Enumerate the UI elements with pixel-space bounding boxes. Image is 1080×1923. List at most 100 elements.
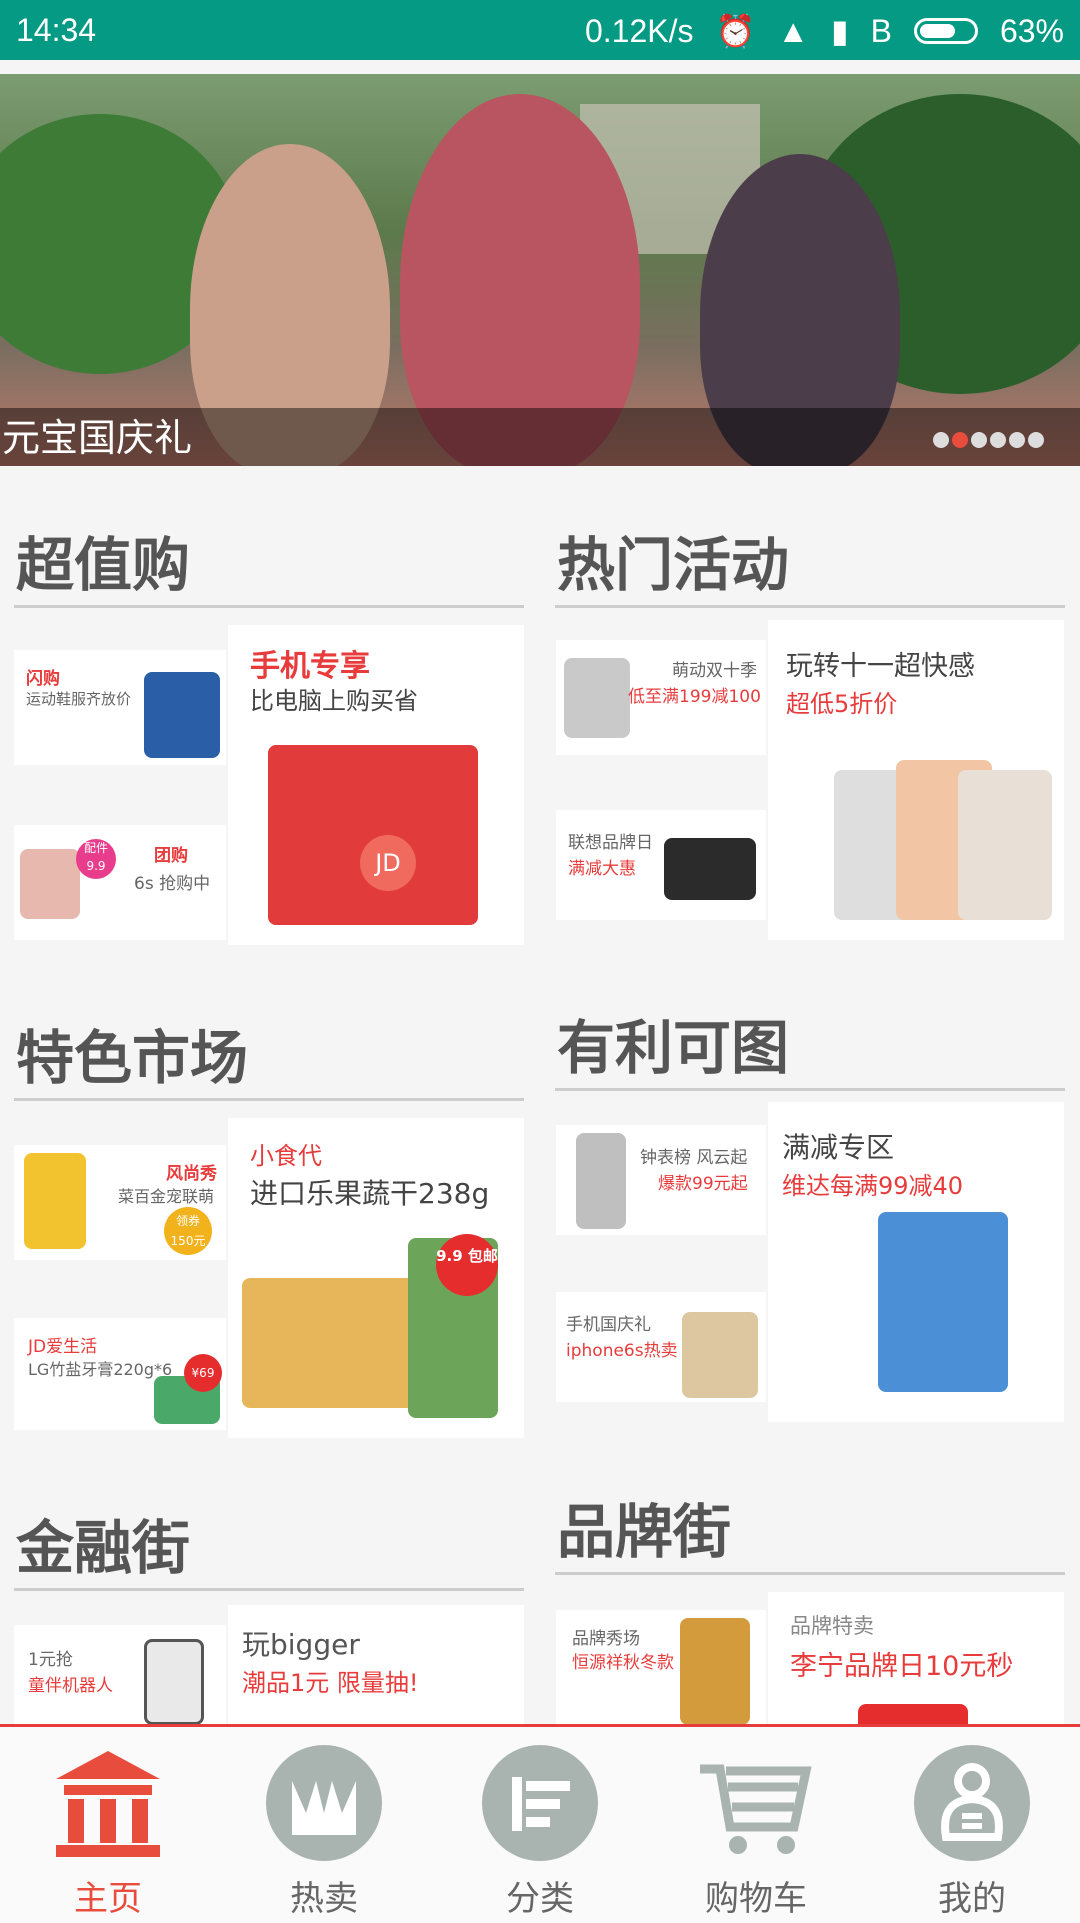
flash-sale-card[interactable]: 闪购 运动鞋服齐放价: [14, 650, 226, 765]
brand-show-line1: 品牌秀场: [572, 1629, 640, 1649]
tab-label: 我的: [938, 1879, 1006, 1919]
section-chaozhigou: 超值购: [14, 525, 524, 608]
tab-cart[interactable]: 购物车: [648, 1727, 864, 1923]
tab-label: 购物车: [705, 1879, 807, 1919]
phone-image: [20, 849, 80, 919]
ring-promo-line2: 低至满199减100: [628, 687, 761, 707]
watch-card-line1: 钟表榜 风云起: [640, 1148, 748, 1168]
brand-sale-sub: 李宁品牌日10元秒: [790, 1651, 1014, 1682]
section-title: 特色市场: [14, 1018, 524, 1101]
profile-icon: [914, 1745, 1030, 1861]
lenovo-promo-line2: 满减大惠: [568, 859, 636, 879]
status-time: 14:34: [16, 12, 97, 48]
group-buy-tag: 团购: [154, 846, 188, 866]
tissue-image: [878, 1212, 1008, 1392]
bigger-card-title: 玩bigger: [242, 1628, 360, 1661]
hot-icon: [266, 1745, 382, 1861]
robot-card-line1: 1元抢: [28, 1650, 73, 1670]
phone-gift-line1: 手机国庆礼: [566, 1315, 651, 1335]
phone-gift-card[interactable]: 手机国庆礼 iphone6s热卖: [556, 1292, 766, 1402]
discount-zone-card[interactable]: 满减专区 维达每满99减40: [768, 1102, 1064, 1422]
robot-card[interactable]: 1元抢 童伴机器人: [14, 1625, 226, 1725]
gold-card-line1: 风尚秀: [166, 1164, 217, 1184]
brand-sale-title: 品牌特卖: [790, 1614, 874, 1638]
snack-card-sub: 进口乐果蔬干238g: [250, 1177, 490, 1210]
snack-card[interactable]: 小食代 进口乐果蔬干238g 9.9 包邮: [228, 1118, 524, 1438]
kettle-image: [958, 770, 1052, 920]
ring-promo-line1: 萌动双十季: [672, 661, 757, 681]
section-special-market: 特色市场: [14, 1018, 524, 1101]
banner-pager[interactable]: [933, 432, 1044, 448]
brand-show-card[interactable]: 品牌秀场 恒源祥秋冬款: [556, 1610, 766, 1725]
bigger-card[interactable]: 玩bigger 潮品1元 限量抽!: [228, 1605, 524, 1725]
accessory-badge: 配件 9.9: [76, 839, 116, 879]
flash-sale-tag: 闪购: [26, 669, 60, 689]
dried-fruit-image: [242, 1278, 422, 1408]
lenovo-promo-line1: 联想品牌日: [568, 833, 653, 853]
battery-icon: [913, 18, 978, 44]
pager-dot-active[interactable]: [952, 432, 968, 448]
mobile-exclusive-card[interactable]: 手机专享 比电脑上购买省 JD: [228, 625, 524, 945]
bigger-card-sub: 潮品1元 限量抽!: [242, 1669, 419, 1697]
mobile-exclusive-sub: 比电脑上购买省: [250, 687, 418, 715]
promo-banner[interactable]: 元宝国庆礼: [0, 74, 1080, 466]
tab-label: 分类: [506, 1879, 574, 1919]
pager-dot[interactable]: [1028, 432, 1044, 448]
robot-image: [144, 1639, 204, 1725]
section-title: 金融街: [14, 1508, 524, 1591]
ring-promo-card[interactable]: 萌动双十季 低至满199减100: [556, 640, 766, 755]
lenovo-promo-card[interactable]: 联想品牌日 满减大惠: [556, 810, 766, 920]
group-buy-text: 6s 抢购中: [134, 874, 211, 894]
discount-zone-title: 满减专区: [782, 1131, 895, 1164]
free-shipping-badge: 9.9 包邮: [436, 1234, 498, 1296]
pager-dot[interactable]: [990, 432, 1006, 448]
cart-icon: [700, 1764, 812, 1854]
tab-home[interactable]: 主页: [0, 1727, 216, 1923]
battery-percent: 63%: [999, 12, 1064, 49]
pager-dot[interactable]: [1009, 432, 1025, 448]
watch-image: [576, 1133, 626, 1229]
laptop-image: [664, 838, 756, 900]
robot-card-line2: 童伴机器人: [28, 1676, 113, 1696]
tab-category[interactable]: 分类: [432, 1727, 648, 1923]
section-title: 热门活动: [555, 525, 1065, 608]
tab-hot[interactable]: 热卖: [216, 1727, 432, 1923]
category-icon: [482, 1745, 598, 1861]
bottom-tab-bar: 主页 热卖 分类 购物车 我的: [0, 1724, 1080, 1923]
brand-show-line2: 恒源祥秋冬款: [572, 1653, 674, 1673]
watch-card[interactable]: 钟表榜 风云起 爆款99元起: [556, 1125, 766, 1235]
tab-label: 热卖: [290, 1879, 358, 1919]
tab-profile[interactable]: 我的: [864, 1727, 1080, 1923]
alarm-icon: ⏰: [715, 13, 756, 49]
gold-pendant-image: [24, 1153, 86, 1249]
watch-card-line2: 爆款99元起: [658, 1174, 748, 1194]
holiday-promo-title: 玩转十一超快感: [786, 651, 975, 682]
flash-sale-text: 运动鞋服齐放价: [26, 690, 132, 708]
holiday-promo-sub: 超低5折价: [786, 690, 898, 718]
toothpaste-line1: JD爱生活: [28, 1337, 98, 1357]
banner-caption: 元宝国庆礼: [2, 416, 193, 460]
coupon-badge: 领券 150元: [164, 1207, 212, 1255]
section-title: 品牌街: [555, 1492, 1065, 1575]
section-title: 有利可图: [555, 1008, 1065, 1091]
ring-image: [564, 658, 630, 738]
pager-dot[interactable]: [971, 432, 987, 448]
group-buy-card[interactable]: 配件 9.9 团购 6s 抢购中: [14, 825, 226, 940]
signal-icon: ▮: [831, 13, 849, 49]
section-finance: 金融街: [14, 1508, 524, 1591]
price-badge: ¥69: [184, 1354, 222, 1392]
pager-dot[interactable]: [933, 432, 949, 448]
phone-image: [682, 1312, 758, 1398]
phone-gift-line2: iphone6s热卖: [566, 1341, 678, 1361]
shirt-image: [858, 1704, 968, 1725]
discount-zone-sub: 维达每满99减40: [782, 1172, 964, 1200]
gold-card-line2: 菜百金宠联萌: [118, 1187, 215, 1206]
toothpaste-card[interactable]: JD爱生活 LG竹盐牙膏220g*6 ¥69: [14, 1318, 226, 1430]
brand-sale-card[interactable]: 品牌特卖 李宁品牌日10元秒: [768, 1592, 1064, 1725]
network-speed: 0.12K/s: [584, 12, 694, 49]
gold-card[interactable]: 风尚秀 菜百金宠联萌 领券 150元: [14, 1145, 226, 1260]
mobile-exclusive-title: 手机专享: [250, 649, 370, 684]
jacket-image: [144, 672, 220, 758]
status-bar: 14:34 0.12K/s ⏰ ▲ ▮ B 63%: [0, 0, 1080, 60]
holiday-promo-card[interactable]: 玩转十一超快感 超低5折价: [768, 620, 1064, 940]
